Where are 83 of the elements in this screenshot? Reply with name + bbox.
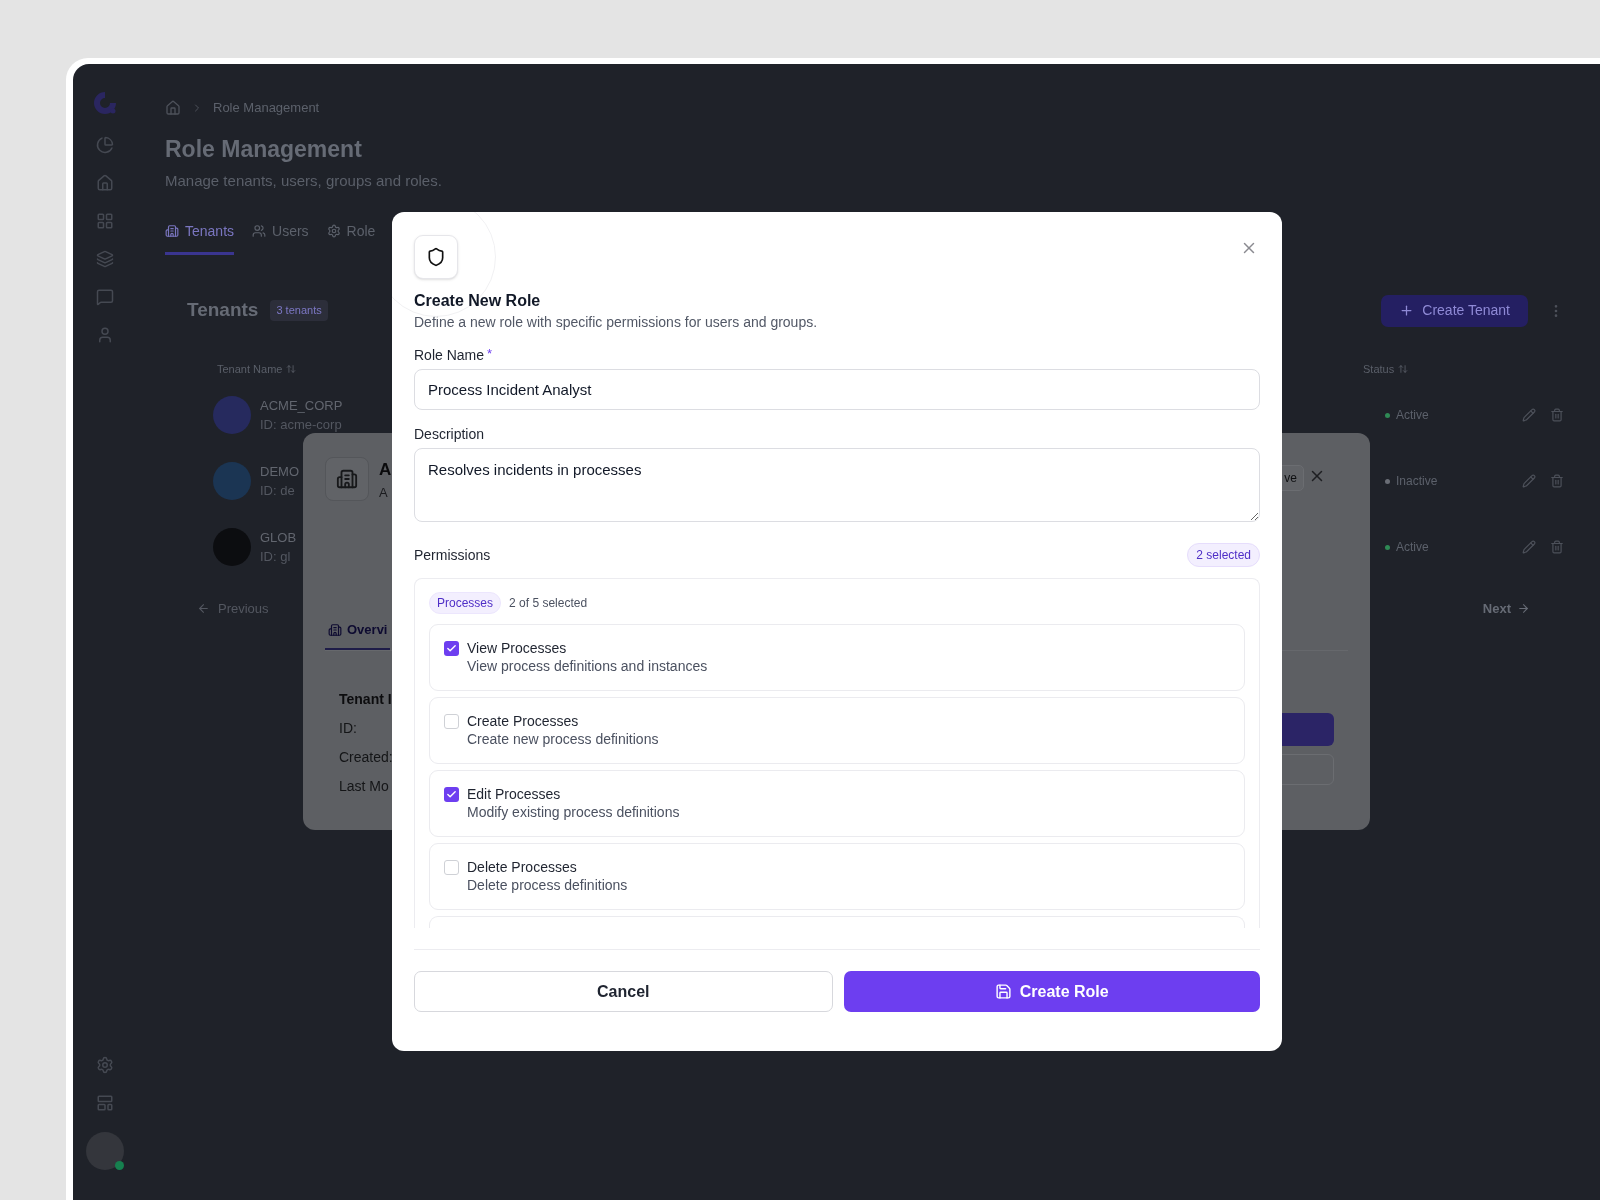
status-text: Active	[1396, 407, 1430, 424]
tab[interactable]: Tenants	[165, 220, 235, 255]
home-icon[interactable]	[165, 99, 181, 116]
building-icon	[165, 224, 179, 238]
grid-icon[interactable]	[96, 212, 114, 230]
settings-icon[interactable]	[96, 1056, 114, 1074]
gear-icon	[326, 224, 341, 238]
card-title: Tenants	[187, 298, 259, 323]
tenant-name: DEMO	[260, 462, 299, 481]
permission-description: Modify existing process definitions	[467, 803, 680, 821]
group-chip: Processes	[429, 592, 502, 614]
building-icon	[336, 468, 358, 490]
tab[interactable]: Users	[252, 220, 309, 255]
field-label: Created:	[339, 747, 393, 767]
required-mark: *	[487, 346, 493, 362]
permission-card[interactable]: Create Processes Create new process definitions	[429, 697, 1245, 764]
create-role-button[interactable]: Create Role	[843, 971, 1260, 1012]
permission-description: Delete process definitions	[467, 876, 628, 894]
page-subtitle: Manage tenants, users, groups and roles.	[165, 171, 443, 191]
overview-tab[interactable]: Overvi	[325, 620, 391, 650]
trash-icon[interactable]	[1550, 540, 1564, 554]
sort-icon	[286, 363, 297, 374]
cancel-button[interactable]: Cancel	[414, 971, 833, 1012]
home-icon[interactable]	[96, 174, 114, 192]
user-icon[interactable]	[96, 326, 114, 344]
tab[interactable]: Role	[326, 220, 376, 255]
field-label: ID:	[339, 718, 358, 738]
edit-icon[interactable]	[1522, 540, 1536, 554]
checkbox[interactable]	[444, 641, 459, 656]
permission-card[interactable]: View Processes View process definitions and instances	[429, 624, 1245, 691]
dialog-title: A	[379, 459, 392, 481]
users-icon	[252, 224, 267, 238]
field-label: Tenant I	[339, 689, 393, 709]
field-label: Permissions	[414, 546, 491, 564]
shield-icon	[426, 247, 446, 267]
check-icon	[446, 643, 457, 654]
chart-icon[interactable]	[96, 136, 114, 154]
dialog-title: Create New Role	[414, 291, 542, 311]
column-header[interactable]: Status	[1363, 360, 1409, 377]
layout-icon[interactable]	[96, 1094, 114, 1112]
sort-icon	[1398, 363, 1409, 374]
chat-icon[interactable]	[96, 288, 114, 306]
create-tenant-button[interactable]: Create Tenant	[1381, 294, 1528, 327]
user-avatar[interactable]	[86, 1132, 124, 1170]
breadcrumb-current: Role Management	[213, 99, 320, 117]
trash-icon[interactable]	[1550, 474, 1564, 488]
tenant-name: GLOB	[260, 528, 297, 547]
field-label: Description	[414, 425, 486, 443]
dialog-subtitle: Define a new role with specific permissions for users and groups.	[414, 313, 819, 331]
edit-icon[interactable]	[1522, 474, 1536, 488]
permission-name: Create Processes	[467, 712, 580, 730]
permission-description: View process definitions and instances	[467, 657, 708, 675]
save-icon	[994, 983, 1012, 1000]
layers-icon[interactable]	[96, 250, 114, 268]
checkbox[interactable]	[444, 787, 459, 802]
edit-icon[interactable]	[1522, 408, 1536, 422]
logo-icon	[92, 90, 118, 116]
checkbox[interactable]	[444, 860, 459, 875]
group-count: 2 of 5 selected	[509, 595, 588, 612]
plus-icon	[1399, 303, 1415, 318]
permission-card[interactable]: Delete Processes Delete process definitions	[429, 843, 1245, 910]
selected-count-badge: 2 selected	[1187, 543, 1260, 567]
permission-name: View Processes	[467, 639, 568, 657]
next-button[interactable]: Next	[1482, 599, 1530, 619]
trash-icon[interactable]	[1550, 408, 1564, 422]
permission-description: Create new process definitions	[467, 730, 659, 748]
checkbox[interactable]	[444, 714, 459, 729]
tenant-name: ACME_CORP	[260, 396, 343, 415]
arrow-left-icon	[197, 602, 210, 616]
count-badge: 3 tenants	[270, 300, 328, 321]
dialog-subtitle: A	[379, 483, 389, 502]
field-label: Last Mo	[339, 776, 390, 796]
status-text: Inactive	[1396, 473, 1439, 490]
permission-card[interactable]: Edit Processes Modify existing process definitions	[429, 770, 1245, 837]
arrow-right-icon	[1517, 602, 1530, 616]
permission-name: Delete Processes	[467, 858, 578, 876]
building-icon	[328, 622, 342, 637]
role-name-input[interactable]: Process Incident Analyst	[414, 369, 1260, 410]
description-input[interactable]: Resolves incidents in processes	[414, 448, 1260, 522]
page-title: Role Management	[165, 134, 363, 164]
status-text: Active	[1396, 539, 1430, 556]
permission-name: Edit Processes	[467, 785, 562, 803]
check-icon	[446, 789, 457, 800]
